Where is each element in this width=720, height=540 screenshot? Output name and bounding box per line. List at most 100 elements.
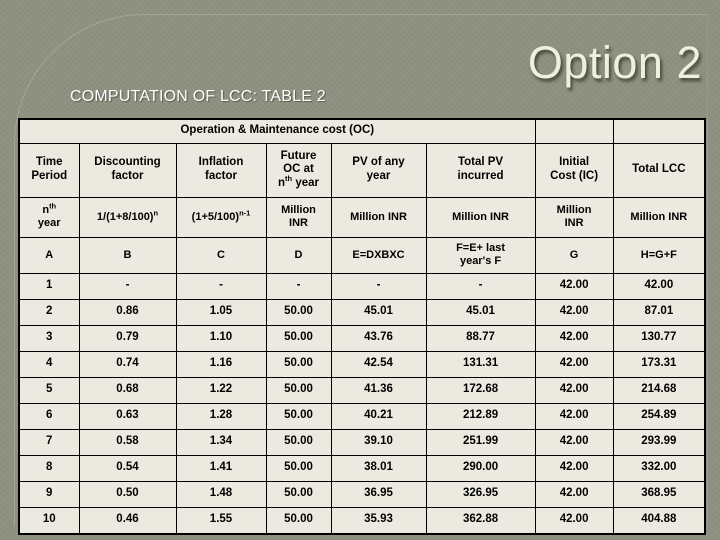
table-row: 8 0.54 1.41 50.00 38.01 290.00 42.00 332.00 <box>18 454 706 482</box>
cell-total-pv-incurred: 212.89 <box>425 402 536 430</box>
col-unit-future-oc-l2: INR <box>289 217 308 229</box>
cell-time-period: 7 <box>18 428 80 456</box>
cell-initial-cost: 42.00 <box>534 298 614 326</box>
col-unit-pv-of-any-year: Million INR <box>330 196 427 238</box>
table-row: 3 0.79 1.10 50.00 43.76 88.77 42.00 130.77 <box>18 324 706 352</box>
cell-total-lcc: 130.77 <box>612 324 706 352</box>
col-unit-discounting-formula: 1/(1+8/100) <box>96 210 154 223</box>
cell-inflation-factor: - <box>175 272 267 300</box>
col-header-time-period-l2: Period <box>31 170 68 182</box>
col-letter-g: G <box>534 236 614 274</box>
col-letter-h: H=G+F <box>612 236 706 274</box>
lcc-computation-table: Operation & Maintenance cost (OC) Time P… <box>18 118 707 535</box>
cell-discounting-factor: 0.79 <box>78 324 177 352</box>
group-header-spacer-total-lcc <box>612 118 706 144</box>
col-unit-inflation-sup: n-1 <box>239 207 251 217</box>
cell-future-oc: 50.00 <box>265 454 332 482</box>
cell-discounting-factor: - <box>78 272 177 300</box>
cell-discounting-factor: 0.46 <box>78 506 177 534</box>
col-header-discounting-factor-l1: Discounting <box>94 156 161 169</box>
col-header-total-pv-incurred-l1: Total PV <box>457 156 504 169</box>
col-unit-discounting-sup: n <box>153 207 159 217</box>
cell-discounting-factor: 0.50 <box>78 480 177 508</box>
cell-future-oc: 50.00 <box>265 324 332 352</box>
cell-total-lcc: 254.89 <box>612 402 706 430</box>
group-header-oc: Operation & Maintenance cost (OC) <box>18 118 536 144</box>
cell-time-period: 10 <box>18 506 80 534</box>
col-header-total-lcc-l1: Total LCC <box>632 163 686 176</box>
cell-initial-cost: 42.00 <box>534 454 614 482</box>
col-header-pv-of-any-year: PV of any year <box>330 142 427 198</box>
col-unit-total-pv-incurred: Million INR <box>425 196 536 238</box>
cell-pv-of-any-year: 36.95 <box>330 480 427 508</box>
col-header-time-period-l1: Time <box>35 156 63 169</box>
cell-inflation-factor: 1.28 <box>175 402 267 430</box>
col-unit-total-lcc: Million INR <box>612 196 706 238</box>
cell-total-lcc: 293.99 <box>612 428 706 456</box>
cell-initial-cost: 42.00 <box>534 272 614 300</box>
col-unit-time-period-sup: th <box>49 201 57 211</box>
col-header-time-period: Time Period <box>18 142 80 198</box>
cell-time-period: 1 <box>18 272 80 300</box>
col-unit-future-oc-l1: Million <box>281 204 316 217</box>
cell-total-lcc: 87.01 <box>612 298 706 326</box>
col-letter-e: E=DXBXC <box>330 236 427 274</box>
col-unit-time-period: nth year <box>18 196 80 238</box>
table-row: 9 0.50 1.48 50.00 36.95 326.95 42.00 368.95 <box>18 480 706 508</box>
table-row: 2 0.86 1.05 50.00 45.01 45.01 42.00 87.01 <box>18 298 706 326</box>
cell-pv-of-any-year: 39.10 <box>330 428 427 456</box>
cell-time-period: 8 <box>18 454 80 482</box>
cell-discounting-factor: 0.54 <box>78 454 177 482</box>
cell-future-oc: 50.00 <box>265 376 332 404</box>
col-header-future-oc-l3-year: year <box>292 176 319 189</box>
table-row: 4 0.74 1.16 50.00 42.54 131.31 42.00 173.31 <box>18 350 706 378</box>
cell-time-period: 2 <box>18 298 80 326</box>
cell-inflation-factor: 1.22 <box>175 376 267 404</box>
cell-pv-of-any-year: 38.01 <box>330 454 427 482</box>
cell-pv-of-any-year: - <box>330 272 427 300</box>
cell-discounting-factor: 0.86 <box>78 298 177 326</box>
cell-total-pv-incurred: 326.95 <box>425 480 536 508</box>
cell-total-pv-incurred: 172.68 <box>425 376 536 404</box>
col-letter-c: C <box>175 236 267 274</box>
cell-time-period: 4 <box>18 350 80 378</box>
slide-option-title: Option 2 <box>527 37 702 88</box>
cell-discounting-factor: 0.68 <box>78 376 177 404</box>
col-header-initial-cost: Initial Cost (IC) <box>534 142 614 198</box>
cell-total-lcc: 214.68 <box>612 376 706 404</box>
table-row: 5 0.68 1.22 50.00 41.36 172.68 42.00 214.68 <box>18 376 706 404</box>
cell-inflation-factor: 1.41 <box>175 454 267 482</box>
col-unit-inflation-factor: (1+5/100)n-1 <box>175 196 267 238</box>
col-header-inflation-factor-l1: Inflation <box>198 156 244 169</box>
cell-future-oc: 50.00 <box>265 298 332 326</box>
cell-initial-cost: 42.00 <box>534 480 614 508</box>
table-row: 6 0.63 1.28 50.00 40.21 212.89 42.00 254.89 <box>18 402 706 430</box>
cell-inflation-factor: 1.10 <box>175 324 267 352</box>
col-header-inflation-factor-l2: factor <box>205 170 237 182</box>
col-letter-b: B <box>78 236 177 274</box>
col-unit-time-period-year: year <box>37 217 61 229</box>
col-unit-future-oc: Million INR <box>265 196 332 238</box>
cell-initial-cost: 42.00 <box>534 376 614 404</box>
cell-pv-of-any-year: 40.21 <box>330 402 427 430</box>
cell-future-oc: 50.00 <box>265 480 332 508</box>
cell-initial-cost: 42.00 <box>534 402 614 430</box>
cell-future-oc: 50.00 <box>265 506 332 534</box>
group-header-spacer-initial-cost <box>534 118 614 144</box>
col-header-initial-cost-l2: Cost (IC) <box>550 170 599 182</box>
cell-total-lcc: 404.88 <box>612 506 706 534</box>
cell-initial-cost: 42.00 <box>534 506 614 534</box>
col-letter-f: F=E+ last year's F <box>425 236 536 274</box>
cell-discounting-factor: 0.63 <box>78 402 177 430</box>
col-header-future-oc-l1: Future <box>280 149 317 162</box>
cell-total-pv-incurred: 290.00 <box>425 454 536 482</box>
col-header-inflation-factor: Inflation factor <box>175 142 267 198</box>
table-header-row-units: nth year 1/(1+8/100)n (1+5/100)n-1 Milli… <box>18 196 706 238</box>
table-header-row-letters: A B C D E=DXBXC F=E+ last year's F G H=G… <box>18 236 706 274</box>
col-letter-a: A <box>18 236 80 274</box>
col-unit-initial-cost-l1: Million <box>556 204 592 217</box>
cell-future-oc: 50.00 <box>265 402 332 430</box>
cell-time-period: 6 <box>18 402 80 430</box>
cell-future-oc: 50.00 <box>265 350 332 378</box>
cell-total-pv-incurred: - <box>425 272 536 300</box>
